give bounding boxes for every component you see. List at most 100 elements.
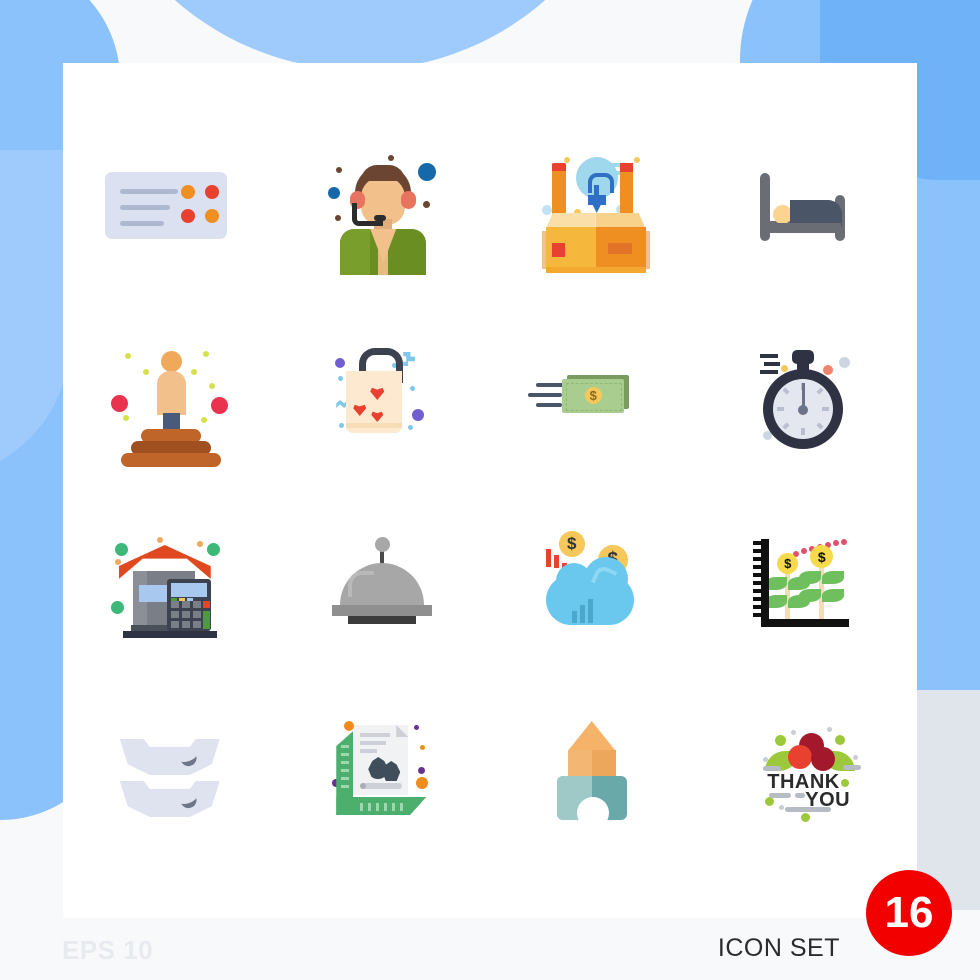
icon-cell-bed[interactable] [704,110,918,300]
cloche-shine [348,571,375,597]
cloud-chart-bar [579,605,585,623]
dollar-sign-icon: $ [784,556,792,571]
speed-line [581,163,624,167]
ruler-tick [400,803,404,811]
lightbulb-filament [587,173,614,193]
confetti-dot [336,167,343,173]
background-blob-top [80,0,640,70]
calculator-screen [170,583,207,597]
card-line [119,189,178,194]
axis-tick [753,549,764,553]
confetti-dot [110,395,128,412]
icon-cell-thank-you-badge[interactable]: THANK YOU [704,680,918,870]
icon-cell-document-ruler[interactable] [277,680,491,870]
fast-money-icon: $ [522,325,672,465]
ruler-tick [341,785,350,788]
footer-bar: EPS 10 ICON SET 16 [0,870,980,980]
chart-x-axis [761,619,850,627]
icon-cell-podium-winner[interactable] [63,300,277,490]
ruler-tick [341,777,350,780]
card-dot [180,185,195,199]
block-arch-hole [576,797,609,829]
axis-tick [753,565,764,569]
block-square-highlight [567,750,592,777]
speed-line [760,354,779,358]
bed-frame [764,223,842,233]
ruler-tick [392,803,396,811]
confetti-dot [200,417,207,423]
podium-tier-bottom [120,453,221,467]
berry [788,745,813,769]
confetti-dot [423,201,431,208]
card-line [119,205,170,210]
cloud-chart-bar [571,611,577,623]
card-line [119,221,164,226]
trend-dot [833,540,840,546]
squiggle-decoration [403,352,416,366]
confetti-dot [388,155,395,161]
axis-tick [753,613,764,617]
axis-tick [753,573,764,577]
calculator-key [181,611,190,618]
icon-cell-support-agent[interactable] [277,110,491,300]
plant-leaf [799,571,822,584]
confetti-dot [633,157,640,163]
money-growth-chart-icon: $ $ [735,515,885,655]
icon-count-badge: 16 [866,870,952,956]
plant-leaf [822,589,845,602]
speed-line [764,362,781,366]
plant-leaf [822,571,845,584]
icon-grid: $ $ $ $ THANK YOU [63,110,917,870]
icon-cell-fast-money[interactable]: $ [490,300,704,490]
icon-cell-contact-card[interactable] [63,110,277,300]
icon-cell-gift-bag-hearts[interactable] [277,300,491,490]
confetti-dot [328,187,341,199]
stopwatch-tick [777,407,785,411]
icon-cell-house-calculator[interactable] [63,490,277,680]
icon-cell-stopwatch[interactable] [704,300,918,490]
decor-line [769,793,792,798]
document-text-line [360,733,391,737]
document-text-line [360,749,378,753]
axis-tick [753,557,764,561]
block-triangle [567,721,616,751]
speed-line [535,383,564,387]
axis-tick [753,541,764,545]
confetti-dot [339,423,345,428]
signal-bar [545,549,551,567]
trend-dot [801,548,808,554]
calculator-key [170,601,179,608]
podium-winner-icon [95,325,245,467]
stacked-plates-icon [95,705,245,845]
box-label-left [551,243,565,257]
idea-box-icon [522,135,672,275]
icon-cell-toy-blocks[interactable] [490,680,704,870]
confetti-dot [196,541,203,547]
plate-bottom [119,781,220,817]
confetti-dot [563,157,570,163]
box-label-right [607,243,632,254]
confetti-dot [541,205,552,215]
axis-tick [753,605,764,609]
bag-bottom-band [346,423,403,428]
confetti-dot [839,357,851,368]
gift-bag-hearts-icon [308,325,458,465]
cloud-money-icon: $ $ [522,515,672,655]
icon-cell-cloud-money[interactable]: $ $ [490,490,704,680]
person-legs [162,413,180,430]
ruler-tick [341,753,350,756]
confetti-dot [190,369,197,375]
confetti-dot [208,383,215,389]
speed-line [760,370,779,374]
ruler-tick [341,745,350,748]
icon-cell-food-cloche[interactable] [277,490,491,680]
poster-stage: $ $ $ $ THANK YOU EPS 10 ICON SET 16 [0,0,980,980]
ruler-tick [341,761,350,764]
icon-cell-money-growth-chart[interactable]: $ $ [704,490,918,680]
confetti-dot [416,777,429,789]
dollar-sign-icon: $ [567,534,577,553]
confetti-dot [124,353,131,359]
icon-cell-stacked-plates[interactable] [63,680,277,870]
box-side-left [541,231,546,269]
icon-cell-idea-box[interactable] [490,110,704,300]
